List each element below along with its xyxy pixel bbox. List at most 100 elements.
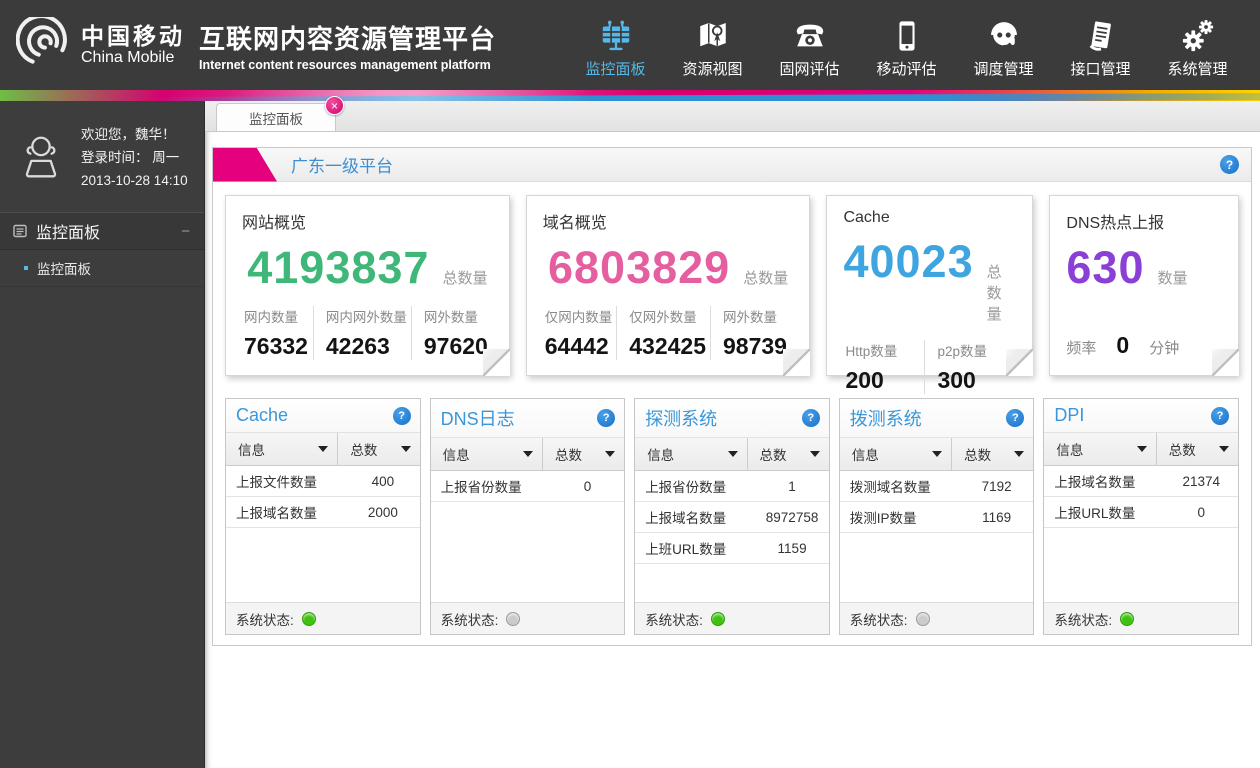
column-header-info[interactable]: 信息 bbox=[431, 438, 543, 470]
collapse-icon[interactable]: − bbox=[181, 223, 190, 240]
table-row: 上报省份数量0 bbox=[431, 471, 625, 502]
dropdown-arrow-icon bbox=[318, 446, 328, 452]
sub-value: 98739 bbox=[723, 333, 789, 360]
card-big-label: 总数量 bbox=[987, 261, 1017, 324]
cell-info: 拨测域名数量 bbox=[840, 476, 960, 496]
cell-total: 0 bbox=[551, 479, 624, 494]
cell-total: 0 bbox=[1165, 505, 1238, 520]
dropdown-arrow-icon bbox=[1137, 446, 1147, 452]
cell-total: 8972758 bbox=[755, 510, 828, 525]
content-panel: 广东一级平台 ? 网站概览 4193837 总数量 网内数量76332网内网外数… bbox=[212, 147, 1252, 646]
table-row: 拨测IP数量1169 bbox=[840, 502, 1034, 533]
card-big-label: 总数量 bbox=[743, 267, 788, 288]
monitor-table-5: DPI ? 信息 总数 上报域名数量21374上报URL数量0 系统状态: bbox=[1043, 398, 1239, 635]
column-header-total[interactable]: 总数 bbox=[952, 438, 1033, 470]
nav-label: 移动评估 bbox=[876, 58, 936, 79]
help-icon[interactable]: ? bbox=[1006, 409, 1024, 427]
nav-item-map[interactable]: 资源视图 bbox=[664, 11, 761, 79]
card-sub-stat: p2p数量300 bbox=[924, 340, 1016, 394]
map-icon bbox=[696, 15, 730, 53]
monitor-table-1: Cache ? 信息 总数 上报文件数量400上报域名数量2000 系统状态: bbox=[225, 398, 421, 635]
nav-item-dashboard[interactable]: 监控面板 bbox=[567, 11, 664, 79]
user-avatar-icon bbox=[14, 131, 68, 185]
card-big-value: 40023 bbox=[843, 239, 973, 284]
table-row: 上报URL数量0 bbox=[1044, 497, 1238, 528]
nav-item-mobile[interactable]: 移动评估 bbox=[858, 11, 955, 79]
sidebar-subitem[interactable]: 监控面板 bbox=[0, 250, 204, 287]
platform-subtitle: Internet content resources management pl… bbox=[199, 58, 496, 72]
cell-total: 21374 bbox=[1165, 474, 1238, 489]
tab-monitor-panel[interactable]: 监控面板 × bbox=[216, 103, 336, 131]
card-big-value: 4193837 bbox=[247, 245, 429, 290]
card-sub-stat: Http数量200 bbox=[843, 340, 924, 394]
document-icon bbox=[1084, 15, 1118, 53]
column-header-info[interactable]: 信息 bbox=[840, 438, 952, 470]
welcome-text: 欢迎您，魏华！ bbox=[81, 123, 188, 146]
cell-info: 上报文件数量 bbox=[226, 471, 346, 491]
stat-card: DNS热点上报 630 数量 频率0分钟 bbox=[1049, 195, 1239, 376]
status-dot-green bbox=[302, 612, 316, 626]
login-time-label: 登录时间： 周一 bbox=[81, 146, 188, 169]
column-header-total[interactable]: 总数 bbox=[748, 438, 829, 470]
help-icon[interactable]: ? bbox=[597, 409, 615, 427]
cell-info: 上报省份数量 bbox=[431, 476, 551, 496]
column-header-info[interactable]: 信息 bbox=[226, 433, 338, 465]
login-datetime: 2013-10-28 14:10 bbox=[81, 169, 188, 192]
app: 中国移动 China Mobile 互联网内容资源管理平台 Internet c… bbox=[0, 0, 1260, 768]
china-mobile-logo-icon bbox=[16, 17, 72, 73]
app-header: 中国移动 China Mobile 互联网内容资源管理平台 Internet c… bbox=[0, 0, 1260, 90]
dropdown-arrow-icon bbox=[605, 451, 615, 457]
sub-label: 网内网外数量 bbox=[326, 306, 407, 326]
card-sub-stat: 网内网外数量 42263 bbox=[313, 306, 411, 360]
table-title: DPI bbox=[1054, 405, 1084, 426]
cell-info: 上报域名数量 bbox=[635, 507, 755, 527]
panel-flag-decoration bbox=[213, 148, 277, 182]
card-big-label: 总数量 bbox=[442, 267, 487, 288]
help-icon[interactable]: ? bbox=[393, 407, 411, 425]
sub-value: 97620 bbox=[424, 333, 489, 360]
help-icon[interactable]: ? bbox=[1211, 407, 1229, 425]
tab-bar: 监控面板 × bbox=[205, 101, 1260, 132]
freq-value: 0 bbox=[1116, 332, 1129, 359]
table-row: 上报文件数量400 bbox=[226, 466, 420, 497]
brand: 中国移动 China Mobile bbox=[16, 17, 185, 73]
brand-name-zh: 中国移动 bbox=[81, 23, 185, 49]
help-icon[interactable]: ? bbox=[1220, 155, 1239, 174]
column-header-total[interactable]: 总数 bbox=[543, 438, 624, 470]
nav-item-gears[interactable]: 系统管理 bbox=[1149, 11, 1246, 79]
table-row: 上报域名数量8972758 bbox=[635, 502, 829, 533]
sidebar-menu-monitor-panel[interactable]: 监控面板 − bbox=[0, 212, 204, 250]
table-row: 拨测域名数量7192 bbox=[840, 471, 1034, 502]
monitor-table-4: 拨测系统 ? 信息 总数 拨测域名数量7192拨测IP数量1169 系统状态: bbox=[839, 398, 1035, 635]
table-title: Cache bbox=[236, 405, 288, 426]
column-header-total[interactable]: 总数 bbox=[1157, 433, 1238, 465]
sub-value: 64442 bbox=[545, 333, 613, 360]
dropdown-arrow-icon bbox=[523, 451, 533, 457]
menu-title: 监控面板 bbox=[36, 219, 100, 243]
column-header-total[interactable]: 总数 bbox=[338, 433, 419, 465]
nav-item-phone[interactable]: 固网评估 bbox=[761, 11, 858, 79]
card-title: 域名概览 bbox=[543, 209, 794, 233]
sub-value: 300 bbox=[937, 367, 1012, 394]
dropdown-arrow-icon bbox=[1014, 451, 1024, 457]
status-dot-gray bbox=[506, 612, 520, 626]
nav-item-headset[interactable]: 调度管理 bbox=[955, 11, 1052, 79]
nav-item-document[interactable]: 接口管理 bbox=[1052, 11, 1149, 79]
sidebar: 欢迎您，魏华！ 登录时间： 周一 2013-10-28 14:10 监控面板 −… bbox=[0, 101, 205, 768]
status-label: 系统状态: bbox=[236, 609, 294, 629]
cell-total: 2000 bbox=[346, 505, 419, 520]
column-header-info[interactable]: 信息 bbox=[635, 438, 747, 470]
monitor-table-2: DNS日志 ? 信息 总数 上报省份数量0 系统状态: bbox=[430, 398, 626, 635]
cell-info: 上报域名数量 bbox=[1044, 471, 1164, 491]
tab-close-icon[interactable]: × bbox=[325, 96, 344, 115]
nav-label: 固网评估 bbox=[779, 58, 839, 79]
sub-label: Http数量 bbox=[845, 340, 920, 360]
panel-header: 广东一级平台 ? bbox=[213, 148, 1251, 182]
subitem-label: 监控面板 bbox=[37, 258, 91, 278]
dropdown-arrow-icon bbox=[932, 451, 942, 457]
sub-value: 42263 bbox=[326, 333, 407, 360]
cell-info: 拨测IP数量 bbox=[840, 507, 960, 527]
column-header-info[interactable]: 信息 bbox=[1044, 433, 1156, 465]
cell-total: 400 bbox=[346, 474, 419, 489]
help-icon[interactable]: ? bbox=[802, 409, 820, 427]
